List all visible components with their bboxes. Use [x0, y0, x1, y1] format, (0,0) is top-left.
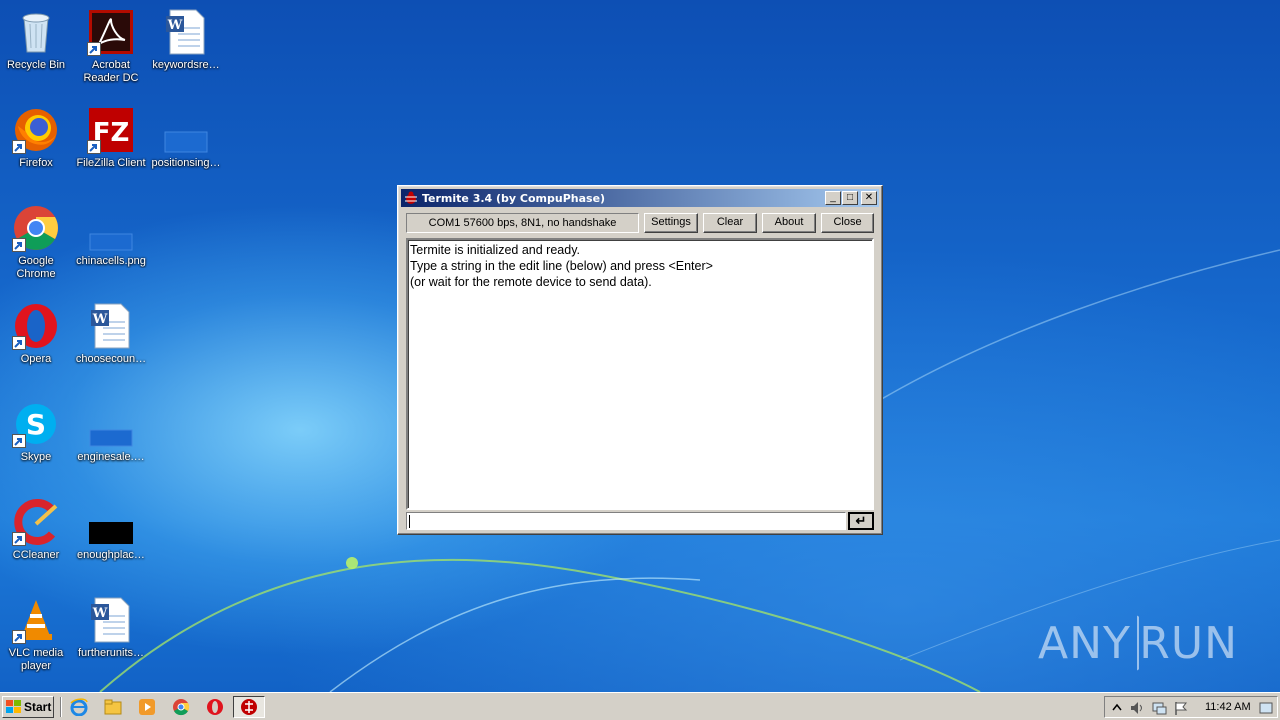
vlc-icon	[12, 596, 60, 644]
windows-logo-icon	[6, 700, 21, 713]
action-center-flag-icon[interactable]	[1173, 700, 1189, 716]
chrome-icon	[12, 204, 60, 252]
desktop-icon-label: Firefox	[19, 157, 53, 169]
taskbar-item-termite[interactable]	[233, 696, 265, 718]
window-close-button[interactable]: ✕	[861, 191, 877, 205]
desktop-icon-label: FileZilla Client	[76, 157, 146, 169]
about-button[interactable]: About	[762, 213, 816, 233]
taskbar-separator	[60, 697, 62, 717]
desktop-icon-choosecoun[interactable]: W choosecoun…	[73, 298, 149, 390]
termite-bug-icon	[241, 699, 257, 715]
settings-button[interactable]: Settings	[644, 213, 698, 233]
close-button[interactable]: Close	[821, 213, 874, 233]
desktop-icon-enginesale[interactable]: enginesale.…	[73, 396, 149, 488]
output-line: (or wait for the remote device to send d…	[410, 275, 652, 289]
desktop-icon-chrome[interactable]: Google Chrome	[0, 200, 74, 292]
play-logo-icon	[1136, 615, 1140, 671]
connection-status[interactable]: COM1 57600 bps, 8N1, no handshake	[406, 213, 639, 233]
command-input[interactable]	[406, 512, 846, 530]
word-document-icon: W	[87, 302, 135, 350]
network-icon[interactable]	[1151, 700, 1167, 716]
output-line: Termite is initialized and ready.	[410, 243, 580, 257]
text-caret	[409, 515, 410, 528]
image-file-icon	[87, 204, 135, 252]
desktop-icon-label: VLC media player	[8, 647, 64, 672]
desktop-icon-filezilla[interactable]: FZ FileZilla Client	[73, 102, 149, 194]
anyrun-watermark: ANY RUN	[1038, 608, 1238, 678]
desktop-icon-furtherunits[interactable]: W furtherunits…	[73, 592, 149, 684]
output-line: Type a string in the edit line (below) a…	[410, 259, 713, 273]
media-player-icon[interactable]	[138, 698, 156, 716]
clear-button[interactable]: Clear	[703, 213, 757, 233]
show-desktop-button[interactable]	[1259, 700, 1273, 716]
image-file-icon	[162, 106, 210, 154]
desktop-icon-label: enginesale.…	[77, 451, 145, 463]
show-hidden-icons-icon[interactable]	[1109, 700, 1125, 716]
maximize-button[interactable]: □	[842, 191, 858, 205]
desktop-icon-label: CCleaner	[12, 549, 60, 561]
watermark-text-left: ANY	[1038, 617, 1131, 669]
word-document-icon: W	[87, 596, 135, 644]
window-titlebar[interactable]: Termite 3.4 (by CompuPhase) _ □ ✕	[401, 189, 879, 207]
desktop-icon-enoughplac[interactable]: enoughplac…	[73, 494, 149, 586]
ccleaner-icon	[12, 498, 60, 546]
start-button[interactable]: Start	[2, 696, 54, 718]
system-tray: 11:42 AM	[1104, 696, 1278, 718]
desktop-icon-skype[interactable]: S Skype	[0, 396, 74, 488]
internet-explorer-icon[interactable]	[70, 698, 88, 717]
desktop-icon-recycle-bin[interactable]: Recycle Bin	[0, 4, 74, 96]
termite-bug-icon	[405, 191, 417, 204]
desktop-icon-positionsing[interactable]: positionsing…	[148, 102, 224, 194]
desktop-icon-label: choosecoun…	[75, 353, 147, 365]
desktop-icon-label: Skype	[20, 451, 52, 463]
taskbar: Start 11:42 AM	[0, 692, 1280, 720]
desktop-icon-label: positionsing…	[151, 157, 221, 169]
recycle-bin-icon	[12, 8, 60, 56]
svg-text:W: W	[92, 606, 108, 621]
filezilla-icon: FZ	[87, 106, 135, 154]
image-file-icon	[87, 400, 135, 448]
black-image-icon	[87, 498, 135, 546]
svg-text:S: S	[26, 408, 46, 441]
opera-taskbar-icon[interactable]	[206, 698, 224, 716]
termite-window[interactable]: Termite 3.4 (by CompuPhase) _ □ ✕ COM1 5…	[397, 185, 883, 535]
desktop-icon-ccleaner[interactable]: CCleaner	[0, 494, 74, 586]
terminal-output[interactable]: Termite is initialized and ready. Type a…	[406, 238, 874, 510]
desktop-icon-chinacells[interactable]: chinacells.png	[73, 200, 149, 292]
taskbar-clock[interactable]: 11:42 AM	[1205, 701, 1251, 713]
desktop-icon-label: furtherunits…	[77, 647, 145, 659]
desktop-icon-label: keywordsre…	[152, 59, 220, 71]
firefox-icon	[12, 106, 60, 154]
desktop-icon-vlc[interactable]: VLC media player	[0, 592, 74, 684]
desktop-icon-label: Google Chrome	[16, 255, 56, 280]
window-title: Termite 3.4 (by CompuPhase)	[422, 191, 606, 205]
opera-icon	[12, 302, 60, 350]
acrobat-reader-icon	[87, 8, 135, 56]
desktop-icon-acrobat[interactable]: Acrobat Reader DC	[73, 4, 149, 96]
watermark-text-right: RUN	[1139, 617, 1238, 669]
desktop-icon-label: enoughplac…	[77, 549, 145, 561]
skype-icon: S	[12, 400, 60, 448]
desktop-icon-keywordsre[interactable]: W keywordsre…	[148, 4, 224, 96]
explorer-icon[interactable]	[104, 698, 122, 716]
desktop-icon-label: Recycle Bin	[6, 59, 66, 71]
chrome-taskbar-icon[interactable]	[172, 698, 190, 716]
desktop-icon-label: chinacells.png	[76, 255, 146, 267]
volume-icon[interactable]	[1129, 700, 1145, 716]
svg-text:W: W	[167, 18, 183, 33]
svg-text:W: W	[92, 312, 108, 327]
desktop-icon-label: Opera	[20, 353, 52, 365]
desktop-icon-label: Acrobat Reader DC	[83, 59, 139, 84]
minimize-button[interactable]: _	[825, 191, 841, 205]
send-enter-button[interactable]: ↵	[848, 512, 874, 530]
word-document-icon: W	[162, 8, 210, 56]
start-label: Start	[24, 700, 52, 714]
desktop-icon-opera[interactable]: Opera	[0, 298, 74, 390]
desktop-icon-firefox[interactable]: Firefox	[0, 102, 74, 194]
